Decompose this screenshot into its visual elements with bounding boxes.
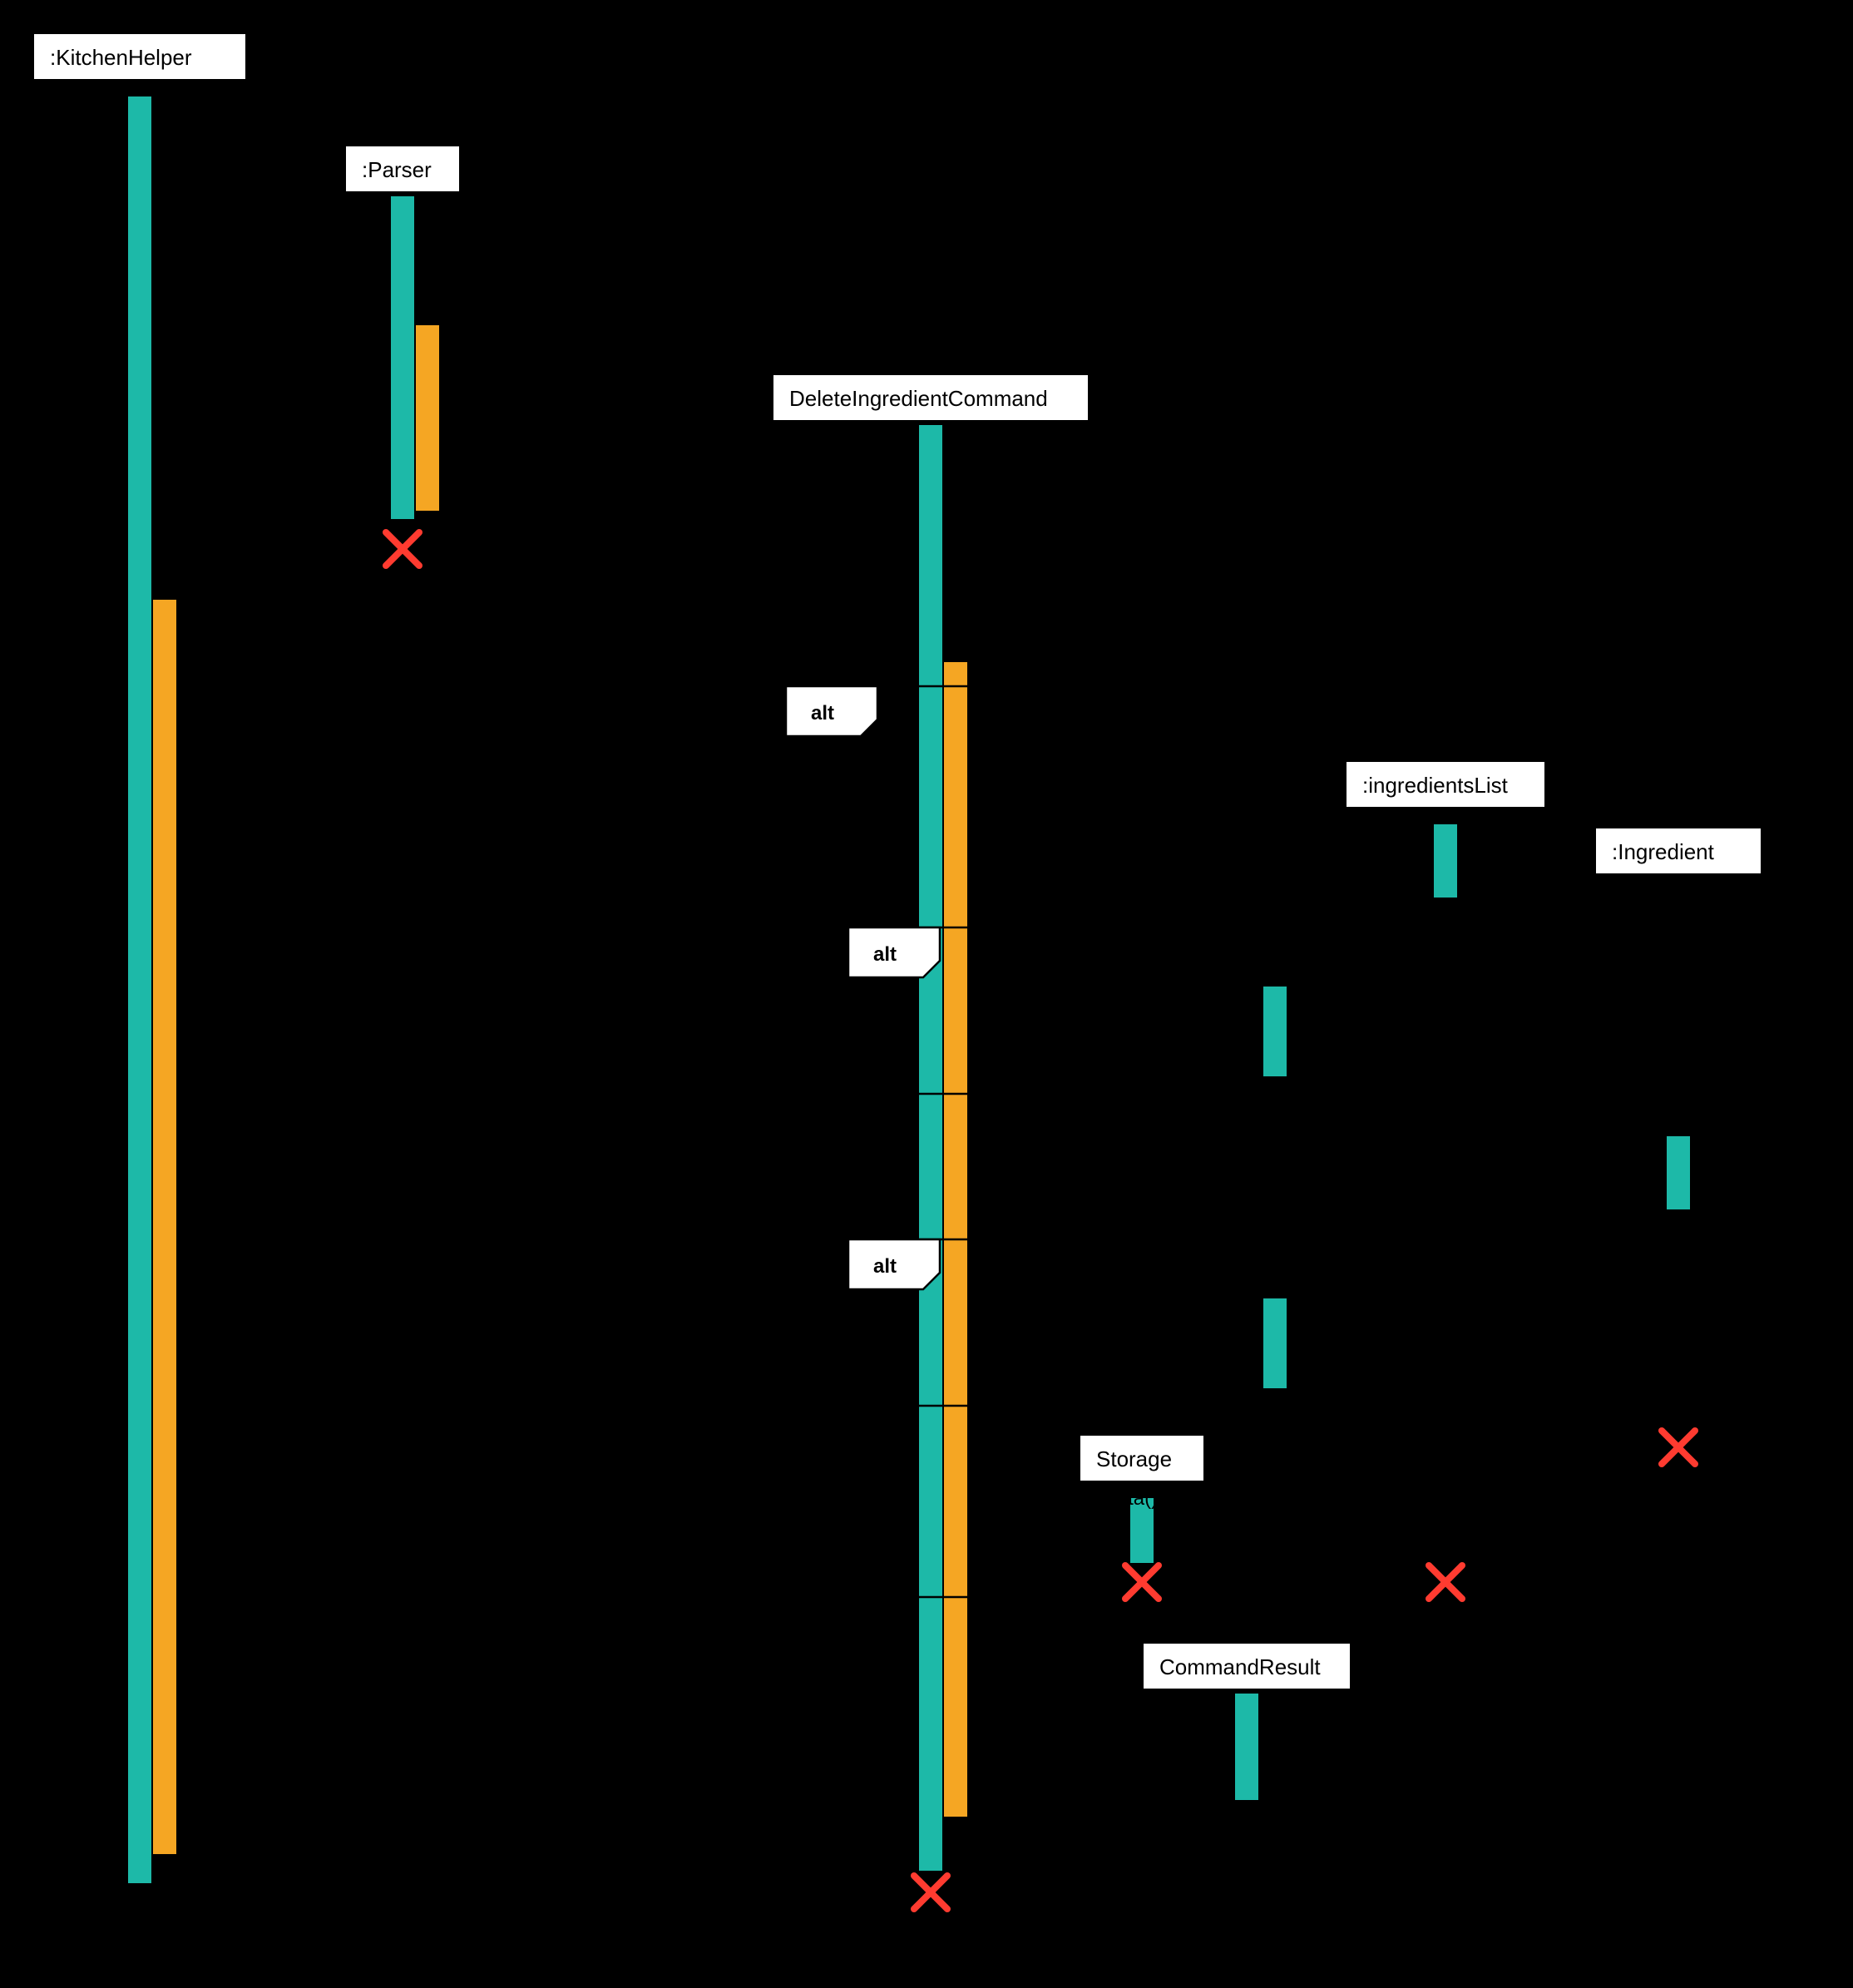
parser-destroy-icon <box>386 532 419 566</box>
delete-ingredient-command-lifeline: DeleteIngredientCommand <box>773 374 1089 1897</box>
svg-text:CommandResult: CommandResult <box>1159 1654 1321 1679</box>
svg-text:parseUserCommand(): parseUserCommand() <box>166 270 375 292</box>
svg-text::ingredientsList: :ingredientsList <box>1362 773 1509 798</box>
msg-delete-quantity: deleteQuantity() <box>968 978 1258 1004</box>
svg-text:executeCommand(): executeCommand() <box>432 629 618 651</box>
svg-text:alt: alt <box>873 1255 897 1278</box>
svg-text:get(): get() <box>1173 811 1213 833</box>
svg-text:Command: Command <box>615 438 713 460</box>
svg-text:deleteQuantity(): deleteQuantity() <box>1040 978 1182 1001</box>
ingredients-list-lifeline: :ingredientsList <box>1346 761 1545 1580</box>
svg-text:getQuantity(): getQuantity() <box>1256 1126 1371 1149</box>
msg-prepare-delete-ingredient: prepareDeleteIngredient() <box>415 299 690 329</box>
msg-parse-user-command: parseUserCommand() <box>152 270 386 295</box>
svg-text:Storage: Storage <box>1096 1446 1172 1471</box>
svg-text:CommandResult(): CommandResult() <box>975 1620 1147 1642</box>
msg-cmd-result-1: cmdResult <box>972 1756 1234 1782</box>
svg-text::KitchenHelper: :KitchenHelper <box>50 45 192 70</box>
msg-execute: execute() <box>152 566 252 603</box>
svg-text:ingredientToDelete: ingredientToDelete <box>1106 867 1272 889</box>
ingredient-lifeline: :Ingredient <box>1595 828 1762 1447</box>
svg-text::Parser: :Parser <box>362 157 432 182</box>
storage-destroy-icon <box>1125 1565 1159 1599</box>
svg-text:feedbackToUser: feedbackToUser <box>1044 1036 1188 1059</box>
msg-command-return2: Command <box>156 492 390 520</box>
svg-text:deleteIngredient(): deleteIngredient() <box>1033 1290 1189 1313</box>
sequence-diagram: :KitchenHelper :Parser Parser() parseUse… <box>17 17 1853 1971</box>
svg-text:Parser(): Parser() <box>170 121 246 144</box>
msg-get: get() <box>968 811 1429 837</box>
msg-feedback-1: feedbackToUser <box>972 1036 1263 1062</box>
svg-text:prepareDeleteIngredient(): prepareDeleteIngredient() <box>447 299 690 321</box>
svg-text::Ingredient: :Ingredient <box>1612 839 1715 864</box>
svg-text:alt: alt <box>811 702 834 724</box>
svg-text:saveIngredientData(): saveIngredientData() <box>971 1487 1158 1510</box>
svg-text:alt: alt <box>873 943 897 966</box>
msg-get-quantity: getQuantity() <box>968 1126 1662 1152</box>
svg-text:feedbackToUser: feedbackToUser <box>1044 1348 1188 1371</box>
svg-text:cmdResult: cmdResult <box>470 1819 572 1842</box>
msg-dic-ctor: DeleteIngredientCommand() <box>440 349 768 398</box>
msg-execute-command: executeCommand() <box>177 629 914 653</box>
command-result-lifeline: CommandResult <box>1143 1643 1351 1897</box>
svg-text:[ quantity != null ]: [ quantity != null ] <box>981 943 1149 966</box>
msg-delete-ingredient: deleteIngredient() <box>968 1290 1258 1316</box>
svg-text:[ ingredientQuantity == 0 || q: [ ingredientQuantity == 0 || quantity ==… <box>981 1255 1399 1278</box>
dic-destroy-icon <box>914 1876 947 1909</box>
svg-text:deleteIngredientByIndex(): deleteIngredientByIndex() <box>975 655 1220 678</box>
msg-feedback-2: feedbackToUser <box>972 1348 1263 1374</box>
svg-text:ingredientIndex > -1 &&: ingredientIndex > -1 && <box>981 694 1205 716</box>
svg-text:quantity: quantity <box>1272 1175 1342 1197</box>
msg-delete-by-index: deleteIngredientByIndex() <box>943 655 1220 682</box>
kitchen-helper-lifeline: :KitchenHelper <box>33 33 246 1897</box>
msg-quantity: quantity <box>972 1175 1666 1200</box>
msg-command-result-ctor: CommandResult() <box>968 1620 1147 1666</box>
svg-text:Command: Command <box>208 492 305 515</box>
svg-text:DeleteIngredientCommand: DeleteIngredientCommand <box>789 386 1048 411</box>
svg-text:DeleteIngredientCommand(): DeleteIngredientCommand() <box>457 349 724 371</box>
svg-text:execute(): execute() <box>165 566 252 589</box>
msg-command-return1: Command <box>444 438 918 462</box>
parser-lifeline: :Parser <box>345 146 460 549</box>
svg-text:cmdResult: cmdResult <box>1055 1756 1157 1778</box>
msg-cmd-result-2: cmdResult <box>181 1819 918 1845</box>
msg-ingredient-to-delete: ingredientToDelete <box>972 867 1433 893</box>
svg-text:ingredientIndex < ingredientsL: ingredientIndex < ingredientsList.size() <box>981 723 1352 745</box>
